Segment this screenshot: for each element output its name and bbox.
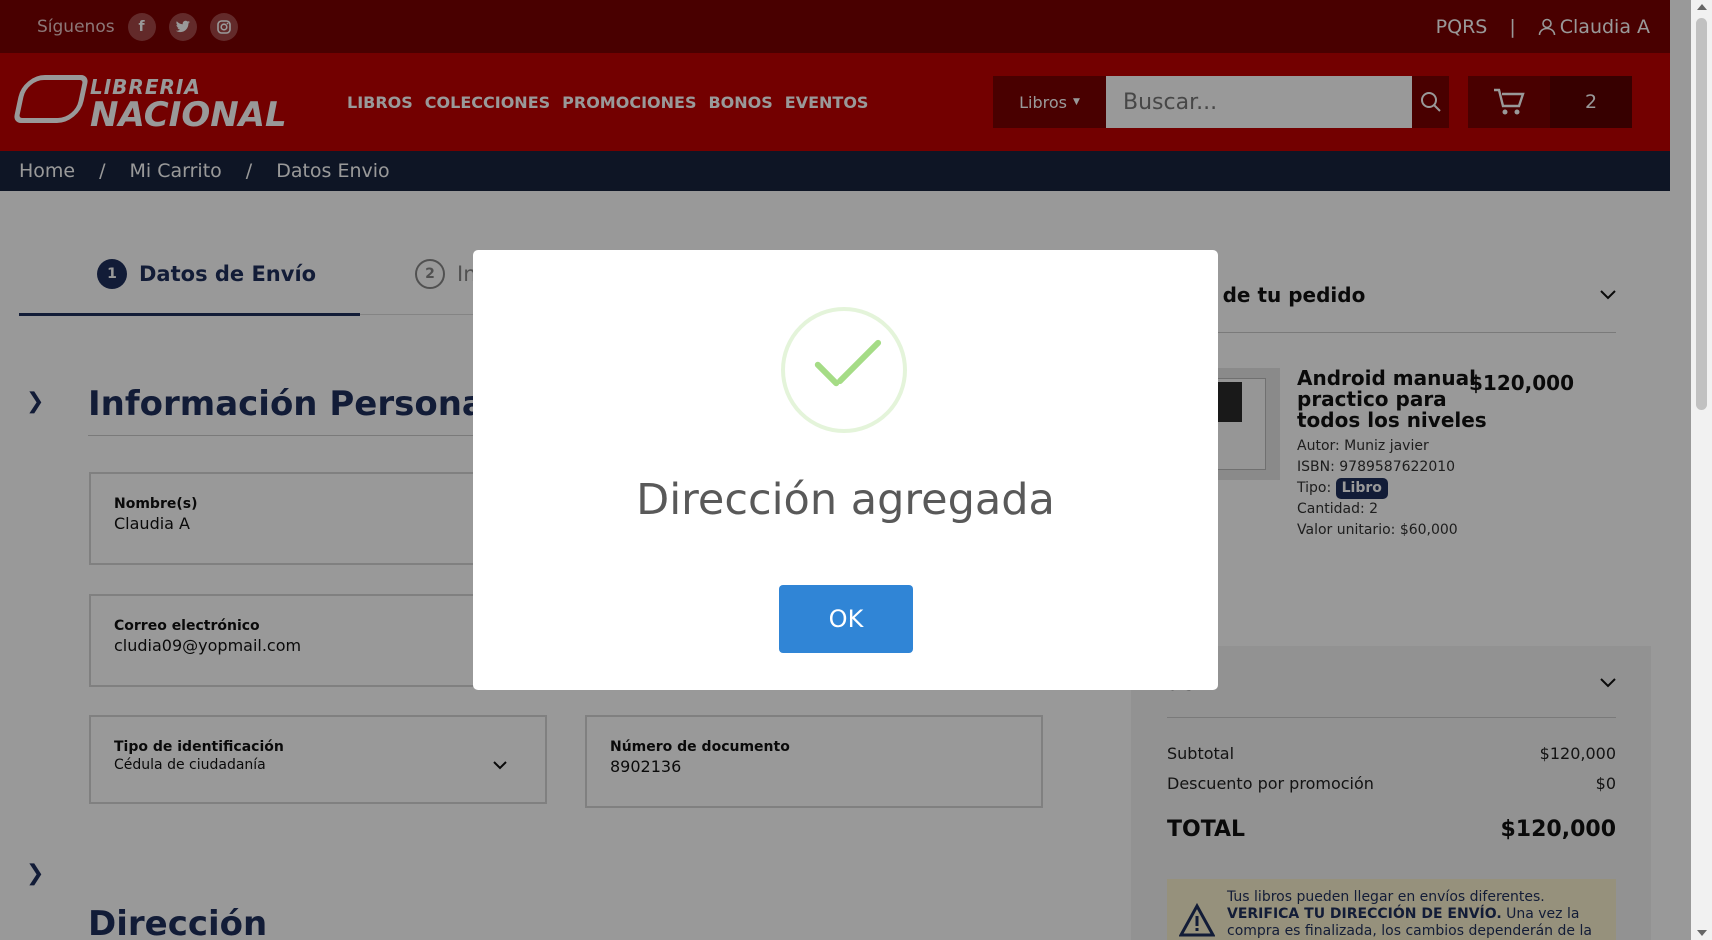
scroll-down-arrow-icon[interactable] bbox=[1697, 930, 1707, 936]
scrollbar-thumb[interactable] bbox=[1696, 18, 1707, 410]
dialog-title: Dirección agregada bbox=[636, 475, 1055, 525]
success-dialog: Dirección agregada OK bbox=[473, 250, 1218, 690]
success-check-icon bbox=[781, 307, 907, 433]
ok-button[interactable]: OK bbox=[779, 585, 913, 653]
scroll-up-arrow-icon[interactable] bbox=[1697, 4, 1707, 10]
page-scrollbar[interactable] bbox=[1691, 0, 1712, 940]
